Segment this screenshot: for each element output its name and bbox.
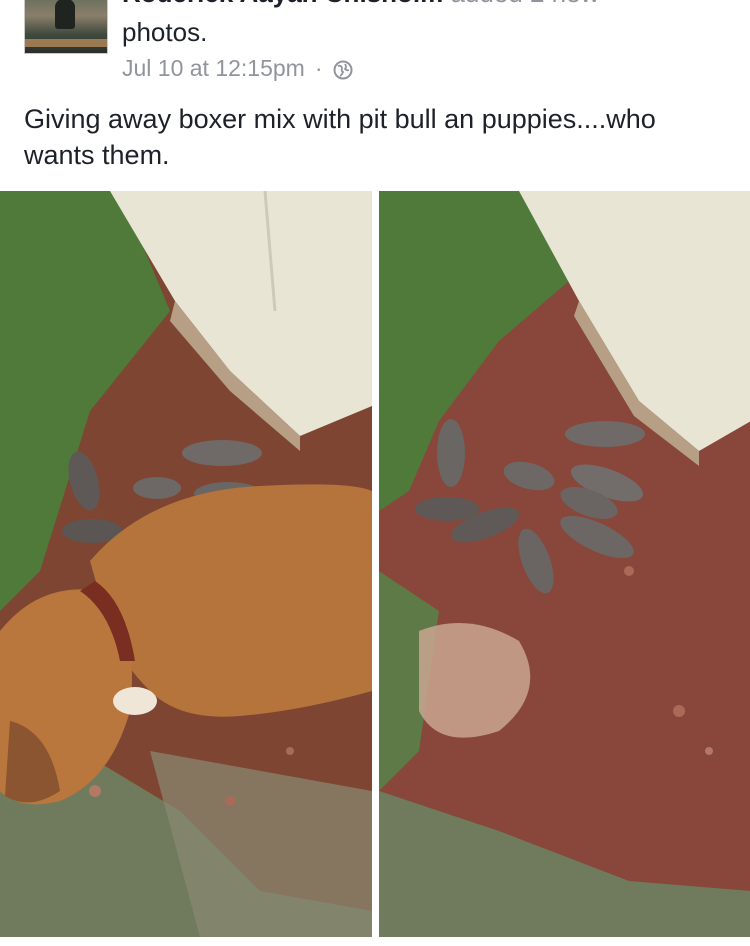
post-text: Giving away boxer mix with pit bull an p…	[24, 104, 656, 170]
meta-separator: ·	[314, 55, 323, 81]
author-line: Roderick Aayan Chisholm added 2 new	[122, 0, 599, 8]
author-avatar[interactable]	[24, 0, 108, 54]
photo-dog-with-puppies[interactable]	[0, 191, 372, 937]
post-timestamp[interactable]: Jul 10 at 12:15pm	[122, 55, 305, 82]
photo-puppies-in-dirt[interactable]	[379, 191, 750, 937]
author-name[interactable]: Roderick Aayan Chisholm	[122, 0, 443, 8]
post-meta: Jul 10 at 12:15pm ·	[122, 55, 353, 82]
globe-icon[interactable]	[333, 59, 353, 79]
avatar-strip	[25, 39, 107, 47]
post-action-tail: photos.	[122, 17, 208, 47]
avatar-figure	[55, 0, 75, 29]
post-header: Roderick Aayan Chisholm added 2 new phot…	[0, 0, 750, 90]
post-action: added 2 new	[450, 0, 599, 8]
